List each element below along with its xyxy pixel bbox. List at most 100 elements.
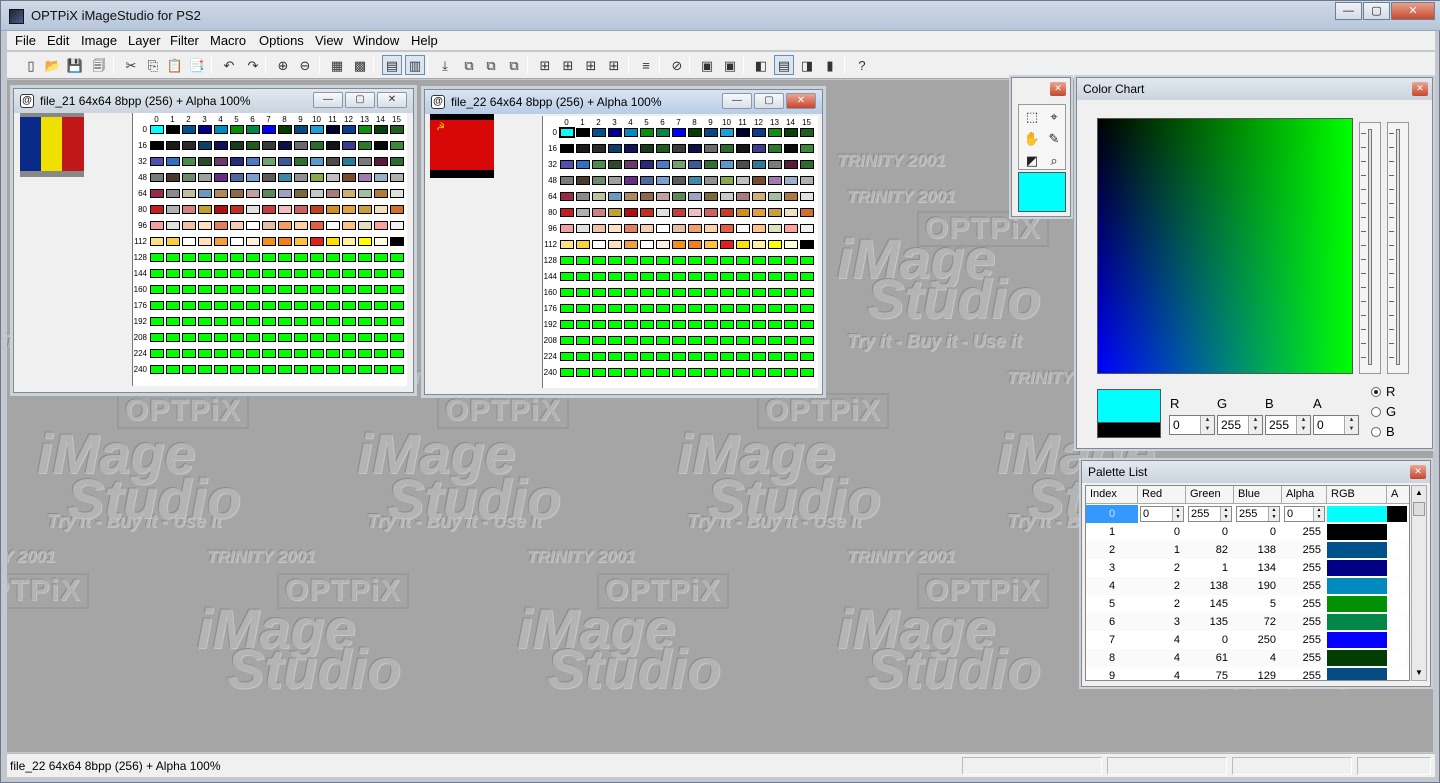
palette-cell[interactable] xyxy=(182,125,196,134)
palette-cell[interactable] xyxy=(752,320,766,329)
palette-cell[interactable] xyxy=(326,125,340,134)
palette-cell[interactable] xyxy=(576,352,590,361)
palette-cell[interactable] xyxy=(608,368,622,377)
palette-cell[interactable] xyxy=(704,320,718,329)
palette-cell[interactable] xyxy=(294,141,308,150)
palette-cell[interactable] xyxy=(358,205,372,214)
palette-cell[interactable] xyxy=(198,157,212,166)
hand-icon[interactable]: ✋ xyxy=(1022,129,1042,149)
palette-cell[interactable] xyxy=(592,336,606,345)
palette-cell[interactable] xyxy=(198,349,212,358)
palette-cell[interactable] xyxy=(592,288,606,297)
menu-window[interactable]: Window xyxy=(353,33,399,48)
palette-cell[interactable] xyxy=(768,160,782,169)
doc-minimize-button[interactable]: — xyxy=(722,93,752,109)
palette-cell[interactable] xyxy=(704,224,718,233)
palette-cell[interactable] xyxy=(624,368,638,377)
save-icon[interactable]: 💾 xyxy=(65,55,85,75)
palette-cell[interactable] xyxy=(800,288,814,297)
palette-cell[interactable] xyxy=(246,253,260,262)
palette-cell[interactable] xyxy=(720,336,734,345)
palette-cell[interactable] xyxy=(688,320,702,329)
palette-row[interactable]: 0 0 ▲ ▼ 255 ▲ ▼ 255 ▲ ▼ 0 ▲ ▼ xyxy=(1086,505,1409,523)
palette-cell[interactable] xyxy=(310,301,324,310)
palette-cell[interactable] xyxy=(736,240,750,249)
palette-cell[interactable] xyxy=(720,208,734,217)
palette-cell[interactable] xyxy=(262,157,276,166)
palette-cell[interactable] xyxy=(784,128,798,137)
palette-cell[interactable] xyxy=(800,160,814,169)
palette-cell[interactable] xyxy=(262,221,276,230)
palette-cell[interactable] xyxy=(374,253,388,262)
palette-cell[interactable] xyxy=(246,333,260,342)
palette-cell[interactable] xyxy=(214,317,228,326)
palette-cell[interactable] xyxy=(182,301,196,310)
palette-cell[interactable] xyxy=(800,368,814,377)
palette-cell[interactable] xyxy=(720,272,734,281)
palette-cell[interactable] xyxy=(166,189,180,198)
palette-cell[interactable] xyxy=(672,272,686,281)
palette-cell[interactable] xyxy=(294,189,308,198)
column-header-blue[interactable]: Blue xyxy=(1234,486,1282,504)
palette-cell[interactable] xyxy=(326,157,340,166)
palette-cell[interactable] xyxy=(278,301,292,310)
palette-cell[interactable] xyxy=(278,269,292,278)
palette-cell[interactable] xyxy=(576,272,590,281)
palette-cell[interactable] xyxy=(278,173,292,182)
palette-cell[interactable] xyxy=(720,304,734,313)
palette-cell[interactable] xyxy=(198,205,212,214)
palette-cell[interactable] xyxy=(390,317,404,326)
palette-cell[interactable] xyxy=(640,336,654,345)
palette-cell[interactable] xyxy=(374,349,388,358)
palette-cell[interactable] xyxy=(278,157,292,166)
palette-cell[interactable] xyxy=(198,173,212,182)
doc-minimize-button[interactable]: — xyxy=(313,92,343,108)
palette-cell[interactable] xyxy=(326,221,340,230)
palette-cell[interactable] xyxy=(672,208,686,217)
palette-cell[interactable] xyxy=(166,125,180,134)
palette-cell[interactable] xyxy=(656,336,670,345)
palette-cell[interactable] xyxy=(800,176,814,185)
palette-cell[interactable] xyxy=(294,317,308,326)
palette-cell[interactable] xyxy=(246,189,260,198)
palette-cell[interactable] xyxy=(576,256,590,265)
palette-cell[interactable] xyxy=(342,285,356,294)
palette-cell[interactable] xyxy=(576,160,590,169)
palette-cell[interactable] xyxy=(672,240,686,249)
menu-layer[interactable]: Layer xyxy=(128,33,161,48)
palette-cell[interactable] xyxy=(390,333,404,342)
palette-list-title-bar[interactable]: Palette List ✕ xyxy=(1082,461,1430,483)
palette-cell[interactable] xyxy=(294,333,308,342)
view1-icon[interactable]: ◧ xyxy=(751,55,771,75)
palette-cell[interactable] xyxy=(358,365,372,374)
palette-row[interactable]: 7 4 0 250 255 xyxy=(1086,631,1409,649)
palette-cell[interactable] xyxy=(294,173,308,182)
palette-cell[interactable] xyxy=(608,272,622,281)
palette-cell[interactable] xyxy=(752,240,766,249)
palette-cell[interactable] xyxy=(720,144,734,153)
palette-cell[interactable] xyxy=(358,333,372,342)
column-header-index[interactable]: Index xyxy=(1086,486,1138,504)
save-all-icon[interactable]: 🗐 xyxy=(89,55,109,75)
palette-cell[interactable] xyxy=(294,285,308,294)
convert2-icon[interactable]: ▣ xyxy=(720,55,740,75)
palette-cell[interactable] xyxy=(150,269,164,278)
palette-cell[interactable] xyxy=(576,128,590,137)
palette-cell[interactable] xyxy=(374,205,388,214)
color-chart-close-button[interactable]: ✕ xyxy=(1412,82,1428,96)
palette-cell[interactable] xyxy=(560,352,574,361)
palette-cell[interactable] xyxy=(800,352,814,361)
palette-cell[interactable] xyxy=(640,256,654,265)
palette-cell[interactable] xyxy=(182,189,196,198)
palette-cell[interactable] xyxy=(768,304,782,313)
palette-cell[interactable] xyxy=(230,349,244,358)
menu-edit[interactable]: Edit xyxy=(47,33,69,48)
palette-cell[interactable] xyxy=(800,272,814,281)
doc-close-button[interactable]: ✕ xyxy=(786,93,816,109)
copy-icon[interactable]: ⎘ xyxy=(143,55,163,75)
palette-cell[interactable] xyxy=(246,141,260,150)
palette-cell[interactable] xyxy=(720,192,734,201)
palette-cell[interactable] xyxy=(342,157,356,166)
palette-cell[interactable] xyxy=(752,288,766,297)
palette-cell[interactable] xyxy=(656,224,670,233)
